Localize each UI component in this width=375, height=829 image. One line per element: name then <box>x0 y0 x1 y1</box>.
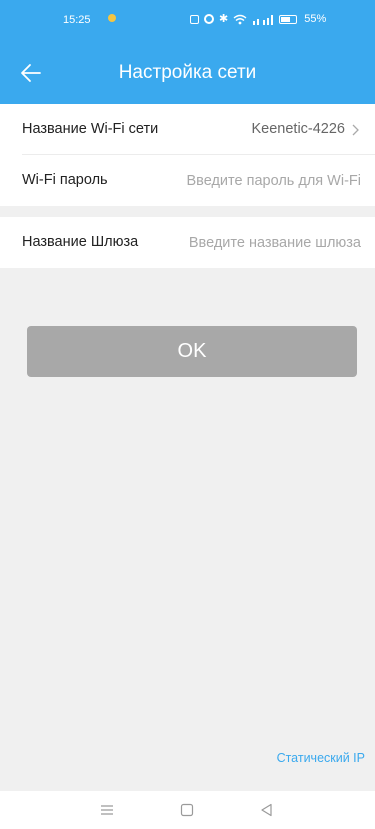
battery-icon <box>279 14 298 24</box>
notification-box-icon <box>190 14 199 24</box>
home-icon[interactable] <box>177 801 197 819</box>
back-triangle-icon[interactable] <box>257 801 277 819</box>
status-icons: ✱ 55% <box>190 12 326 26</box>
status-bar: 15:25 ✱ 55% <box>0 0 375 36</box>
wifi-password-label: Wi-Fi пароль <box>22 172 108 188</box>
page-title: Настройка сети <box>118 62 257 83</box>
gateway-name-row: Название Шлюза <box>0 217 375 268</box>
gateway-name-input[interactable] <box>156 217 361 268</box>
settings-icon <box>204 14 214 24</box>
wifi-password-input[interactable] <box>146 155 361 206</box>
ok-button[interactable]: OK <box>27 326 357 377</box>
static-ip-link[interactable]: Статический IP <box>277 751 365 765</box>
menu-icon[interactable] <box>97 801 117 819</box>
wifi-name-value: Keenetic-4226 <box>251 121 345 137</box>
wifi-icon <box>233 14 247 24</box>
signal-icon <box>253 14 274 25</box>
battery-percent: 55% <box>304 13 327 25</box>
wifi-password-row: Wi-Fi пароль <box>0 155 375 206</box>
gateway-name-label: Название Шлюза <box>22 234 139 250</box>
notification-dot-icon <box>108 14 116 22</box>
wifi-name-row[interactable]: Название Wi-Fi сети Keenetic-4226 <box>0 104 375 155</box>
bluetooth-icon: ✱ <box>219 13 229 25</box>
app-header: 15:25 ✱ 55% Настройка сети <box>0 0 375 104</box>
wifi-name-label: Название Wi-Fi сети <box>22 121 159 137</box>
chevron-right-icon <box>352 124 359 136</box>
status-time: 15:25 <box>63 14 91 26</box>
system-nav-bar <box>0 791 375 829</box>
